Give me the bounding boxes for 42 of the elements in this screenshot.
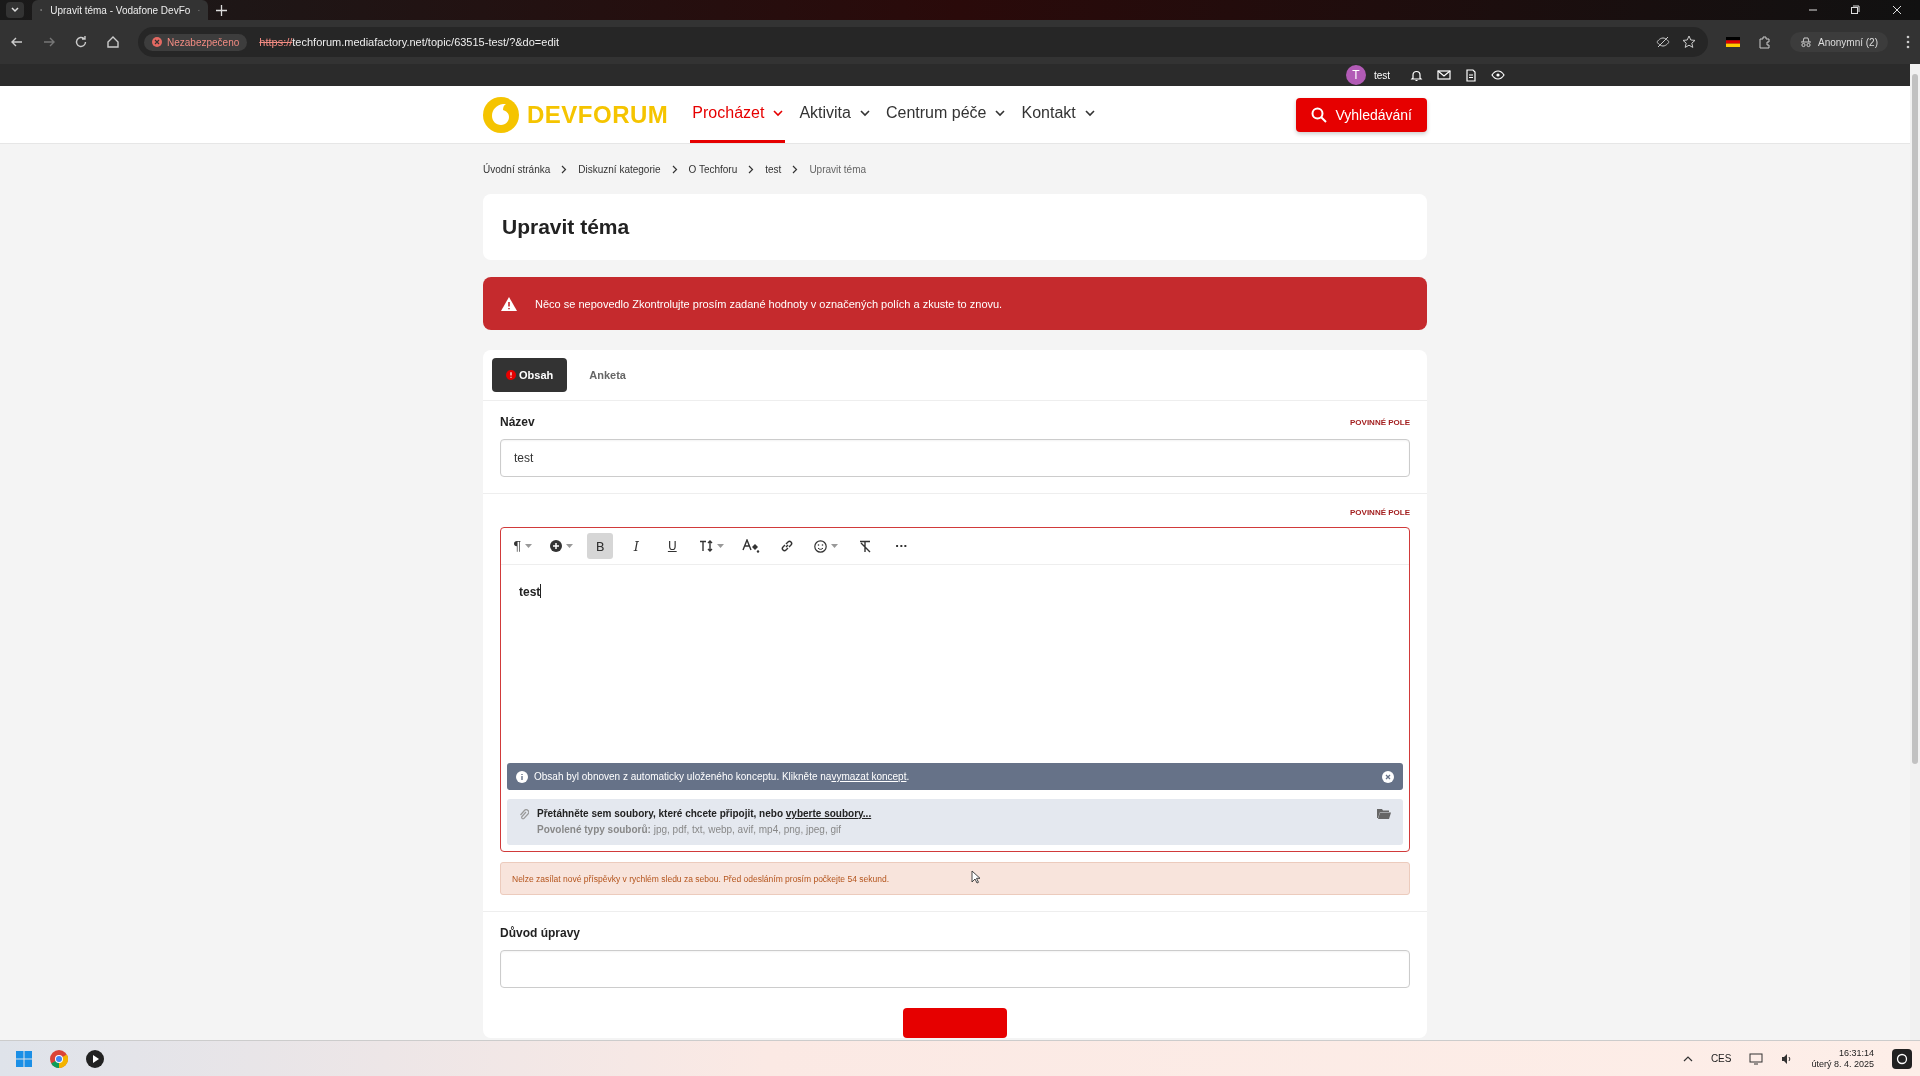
url-text: https://techforum.mediafactory.net/topic/63515-test/?&do=edit — [259, 36, 559, 48]
language-indicator[interactable]: CES — [1710, 1053, 1732, 1064]
clock-time[interactable]: 16:31:14 — [1838, 1048, 1874, 1058]
security-badge[interactable]: Nezabezpečeno — [144, 33, 248, 51]
search-button[interactable]: Vyhledávání — [1296, 97, 1427, 132]
user-avatar[interactable]: T — [1345, 65, 1366, 85]
warning-message: Nelze zasílat nové příspěvky v rychlém sledu za sebou. Před odesláním prosím počkejte 54 sekund. — [512, 873, 890, 884]
browser-tab[interactable]: Upravit téma - Vodafone DevFo — [32, 0, 208, 20]
breadcrumb-link[interactable]: test — [765, 163, 782, 175]
more-button[interactable]: ··· — [888, 533, 915, 559]
editor-text: test — [519, 585, 541, 599]
field-label: Název — [500, 415, 535, 429]
italic-button[interactable]: I — [623, 533, 650, 559]
nav-item[interactable]: Kontakt — [1019, 86, 1097, 143]
nav-item[interactable]: Aktivita — [797, 86, 872, 143]
attachment-dropzone[interactable]: Přetáhněte sem soubory, které chcete připojit, nebo vyberte soubory... Povolené typy souborů: jpg, pdf, txt, webp, avif, mp4, png, jpeg, gif — [507, 799, 1403, 845]
required-label: POVINNÉ POLE — [1350, 417, 1410, 427]
address-bar[interactable]: Nezabezpečeno https://techforum.mediafactory.net/topic/63515-test/?&do=edit — [138, 27, 1708, 57]
tab[interactable]: Anketa — [573, 358, 642, 392]
nav-item[interactable]: Centrum péče — [883, 86, 1008, 143]
page-title: Upravit téma — [502, 215, 631, 239]
editor-content[interactable]: test — [501, 565, 1409, 763]
clock-date[interactable]: úterý 8. 4. 2025 — [1811, 1059, 1874, 1069]
draft-message: Obsah byl obnoven z automaticky uloženého konceptu. Klikněte navymazat koncept. — [534, 771, 910, 782]
dropzone-text: Přetáhněte sem soubory, které chcete připojit, nebo vyberte soubory... — [537, 808, 872, 819]
title-input[interactable]: test — [500, 439, 1410, 477]
error-message: Něco se nepovedlo Zkontrolujte prosím zadané hodnoty v označených polích a zkuste to znovu. — [535, 297, 1003, 310]
security-label: Nezabezpečeno — [167, 36, 240, 48]
tab[interactable]: Obsah — [492, 358, 568, 392]
field-label: Důvod úpravy — [500, 926, 580, 940]
underline-button[interactable]: U — [659, 533, 686, 559]
profile-button[interactable]: Anonymní (2) — [1789, 32, 1888, 52]
breadcrumb-link[interactable]: Diskuzní kategorie — [578, 163, 661, 175]
breadcrumb-link[interactable]: O Techforu — [688, 163, 738, 175]
nav-item[interactable]: Procházet — [690, 86, 786, 143]
paragraph-button[interactable]: ¶ — [509, 533, 537, 559]
required-label: POVINNÉ POLE — [1350, 508, 1410, 517]
choose-files-link[interactable]: vyberte soubory... — [785, 808, 872, 819]
breadcrumb-link[interactable]: Úvodní stránka — [483, 163, 551, 175]
allowed-types-text: Povolené typy souborů: jpg, pdf, txt, webp, avif, mp4, png, jpeg, gif — [537, 824, 842, 835]
username[interactable]: test — [1373, 69, 1390, 81]
bold-button[interactable]: B — [587, 533, 614, 559]
